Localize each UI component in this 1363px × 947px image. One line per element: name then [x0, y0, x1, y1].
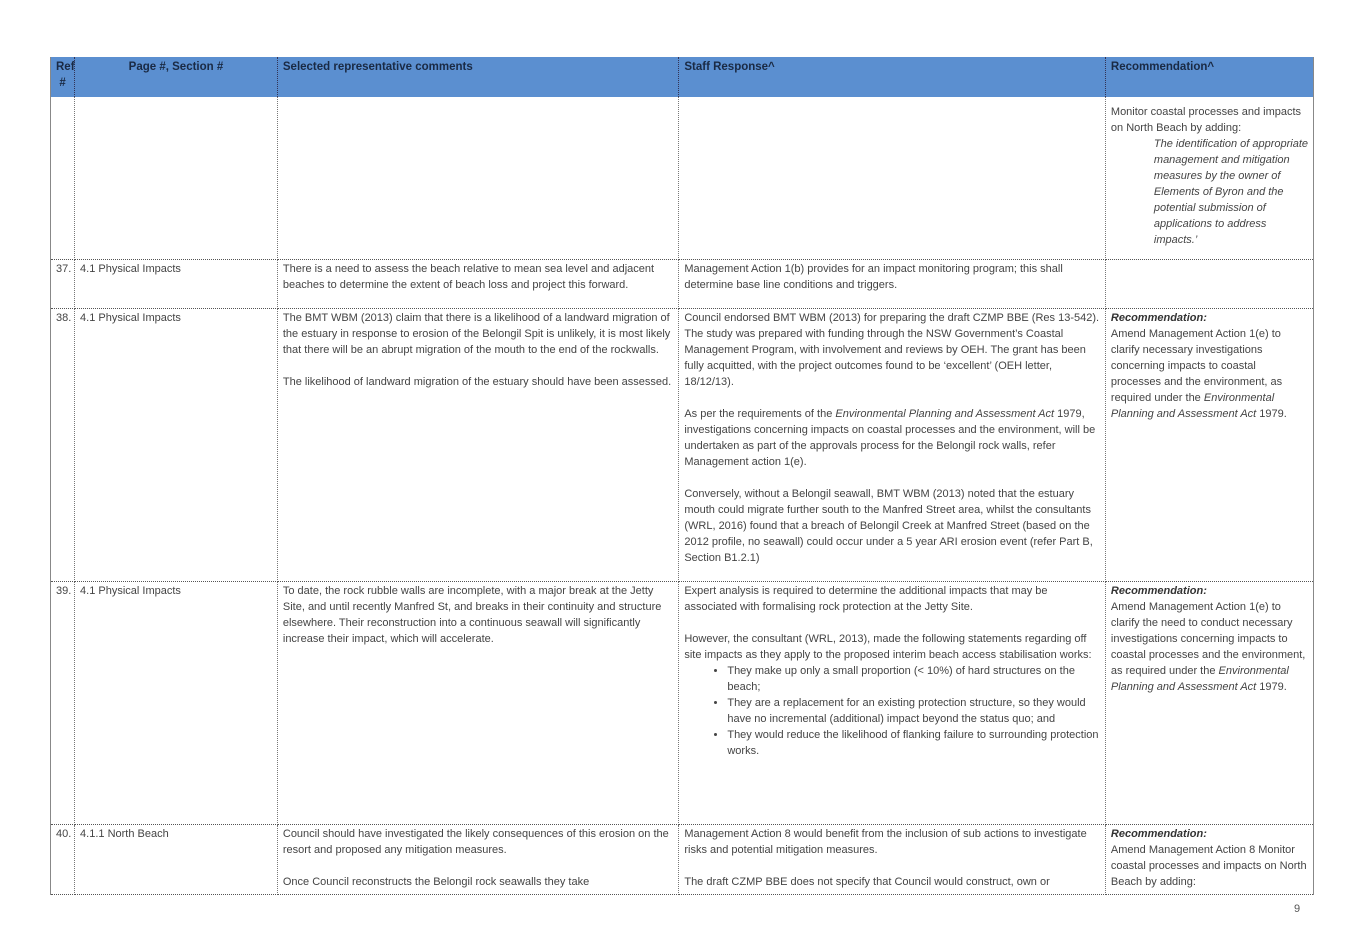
comment-paragraph: Once Council reconstructs the Belongil r… [282, 875, 590, 888]
list-item: They would reduce the likelihood of flan… [727, 727, 1100, 759]
recommendation-heading: Recommendation: [1110, 584, 1207, 597]
cell-comment: To date, the rock rubble walls are incom… [277, 581, 680, 825]
header-staff-response: Staff Response^ [678, 57, 1106, 97]
staff-paragraph: However, the consultant (WRL, 2013), mad… [684, 632, 1092, 661]
cell-recommendation: Recommendation: Amend Management Action … [1105, 308, 1315, 582]
list-item: They are a replacement for an existing p… [727, 695, 1100, 727]
cell-staff: Expert analysis is required to determine… [678, 581, 1106, 825]
cell-ref: 38. [49, 308, 76, 582]
cell-recommendation: Recommendation: Amend Management Action … [1105, 823, 1315, 895]
header-recommendation: Recommendation^ [1105, 57, 1315, 97]
staff-paragraph: Council endorsed BMT WBM (2013) for prep… [684, 311, 1100, 388]
cell-staff: Management Action 8 would benefit from t… [678, 823, 1106, 895]
comments-response-table: Ref # Page #, Section # Selected represe… [49, 57, 1315, 895]
cell-comment: The BMT WBM (2013) claim that there is a… [277, 308, 680, 582]
staff-bullet-list: They make up only a small proportion (< … [684, 663, 1100, 759]
table-row: 40. 4.1.1 North Beach Council should hav… [49, 823, 1315, 895]
cell-page: 4.1 Physical Impacts [74, 259, 278, 309]
header-comments: Selected representative comments [277, 57, 680, 97]
cell-recommendation [1105, 259, 1315, 309]
comment-paragraph: The likelihood of landward migration of … [282, 375, 672, 388]
table-row: 38. 4.1 Physical Impacts The BMT WBM (20… [49, 308, 1315, 582]
cell-page: 4.1 Physical Impacts [74, 308, 278, 582]
cell-ref: 37. [49, 259, 76, 309]
list-item: They make up only a small proportion (< … [727, 663, 1100, 695]
header-page-section: Page #, Section # [74, 57, 278, 97]
cell-comment: There is a need to assess the beach rela… [277, 259, 680, 309]
cell-comment [277, 97, 680, 260]
cell-recommendation: Recommendation: Amend Management Action … [1105, 581, 1315, 825]
cell-page: 4.1 Physical Impacts [74, 581, 278, 825]
recommendation-text: Amend Management Action 1(e) to clarify … [1110, 600, 1306, 693]
cell-staff: Management Action 1(b) provides for an i… [678, 259, 1106, 309]
rec-intro: Monitor coastal processes and impacts on… [1110, 106, 1302, 134]
cell-ref [49, 97, 76, 260]
recommendation-text: Amend Management Action 8 Monitor coasta… [1110, 843, 1307, 888]
cell-comment: Council should have investigated the lik… [277, 823, 680, 895]
staff-paragraph: Management Action 8 would benefit from t… [684, 827, 1087, 856]
staff-paragraph: As per the requirements of the Environme… [684, 407, 1096, 468]
recommendation-heading: Recommendation: [1110, 311, 1207, 324]
staff-paragraph: Conversely, without a Belongil seawall, … [684, 487, 1093, 564]
header-ref: Ref # [49, 57, 76, 97]
cell-page: 4.1.1 North Beach [74, 823, 278, 895]
table-row: Monitor coastal processes and impacts on… [49, 97, 1315, 260]
cell-ref: 40. [49, 823, 76, 895]
recommendation-heading: Recommendation: [1110, 827, 1207, 840]
cell-staff [678, 97, 1106, 260]
table-header-row: Ref # Page #, Section # Selected represe… [49, 57, 1315, 97]
table-row: 37. 4.1 Physical Impacts There is a need… [49, 259, 1315, 309]
page-number: 9 [1294, 903, 1301, 915]
cell-staff: Council endorsed BMT WBM (2013) for prep… [678, 308, 1106, 582]
cell-recommendation: Monitor coastal processes and impacts on… [1105, 97, 1315, 260]
comment-paragraph: The BMT WBM (2013) claim that there is a… [282, 311, 671, 356]
staff-paragraph: Expert analysis is required to determine… [684, 584, 1048, 613]
table-row: 39. 4.1 Physical Impacts To date, the ro… [49, 581, 1315, 825]
staff-paragraph: The draft CZMP BBE does not specify that… [684, 875, 1050, 888]
comment-paragraph: Council should have investigated the lik… [282, 827, 669, 856]
rec-quote: The identification of appropriate manage… [1153, 138, 1309, 246]
cell-ref: 39. [49, 581, 76, 825]
recommendation-text: Amend Management Action 1(e) to clarify … [1110, 327, 1287, 420]
cell-page [74, 97, 278, 260]
